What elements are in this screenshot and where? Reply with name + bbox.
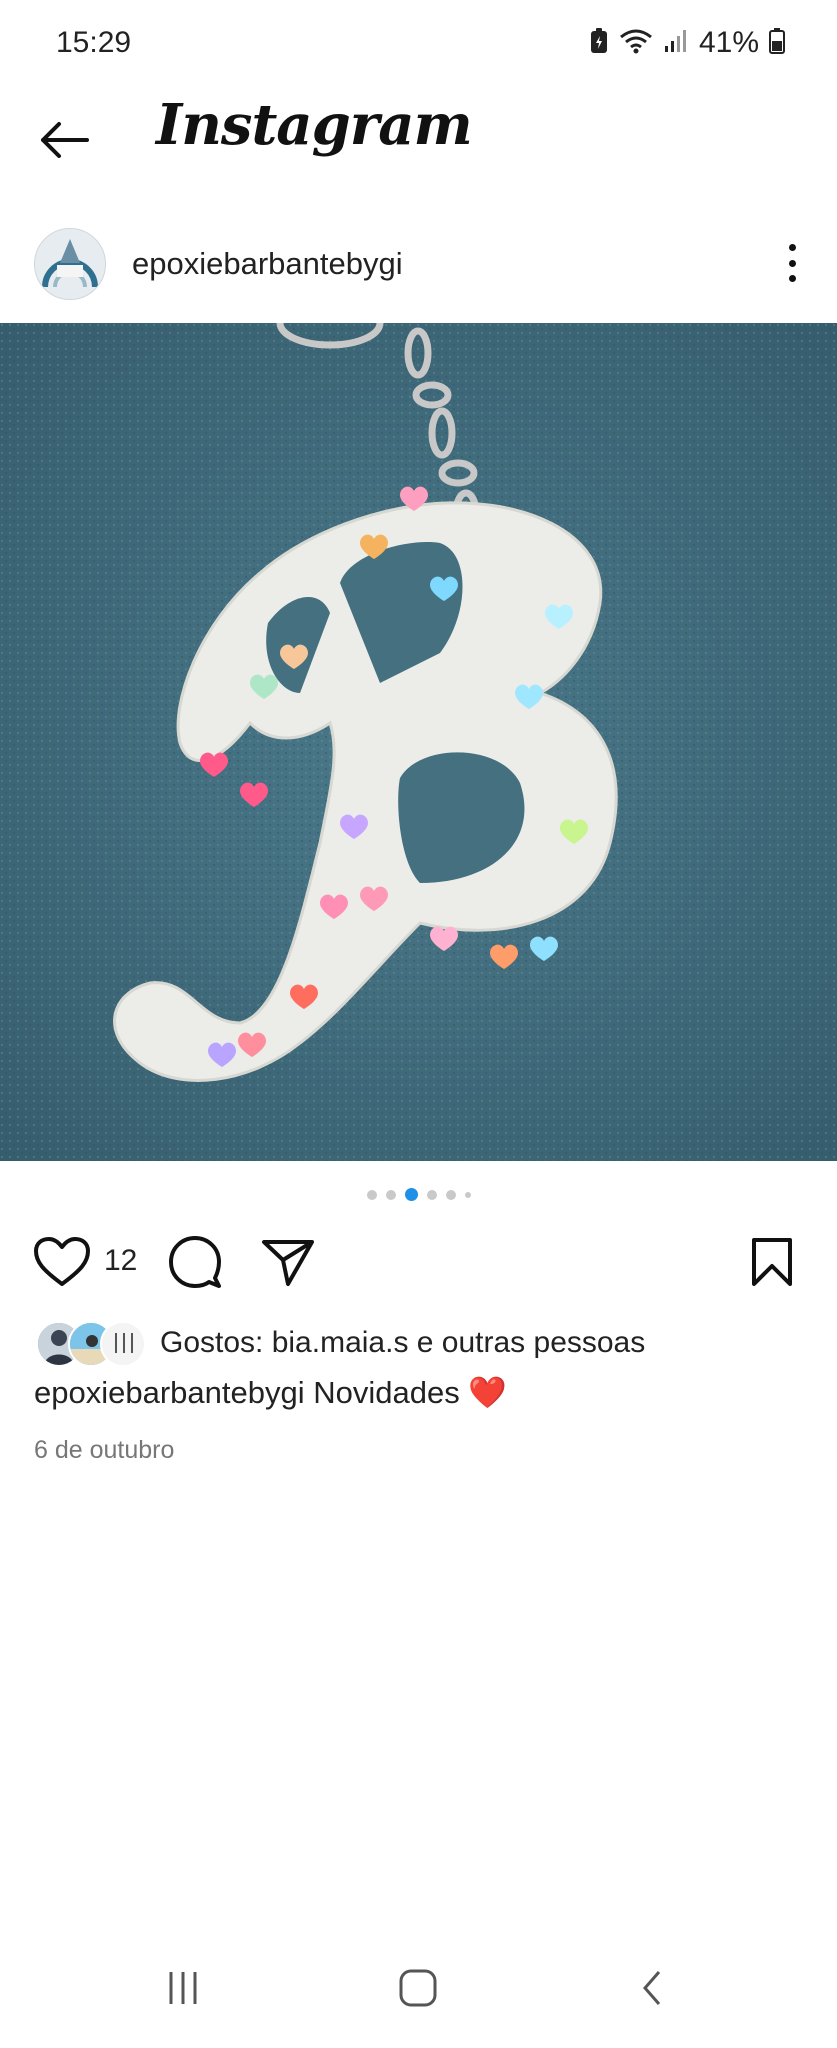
avatar[interactable] [34,228,106,300]
caption-text: Novidades [313,1375,460,1410]
system-nav-bar [0,1940,837,2048]
heart-icon [34,1237,90,1286]
app-header: Instagram [0,90,837,190]
battery-icon [769,27,785,60]
likes-text[interactable]: Gostos: bia.maia.s e outras pessoas [160,1326,645,1360]
back-button[interactable] [34,110,94,170]
more-vertical-icon [788,244,796,251]
carousel-indicator [0,1188,837,1201]
recent-apps-button[interactable] [138,1958,228,2018]
instagram-post-screen: 15:29 41% Instagram epoxiebarbantebygi 1… [0,0,837,2048]
post-actions: 12 [0,1230,837,1310]
like-count[interactable]: 12 [104,1244,137,1278]
arrow-left-icon [41,122,89,158]
signal-icon [663,28,689,59]
home-button[interactable] [373,1958,463,2018]
battery-percent: 41% [698,26,759,59]
share-icon [262,1240,314,1286]
back-icon [643,1971,661,2005]
post-date: 6 de outubro [34,1436,175,1464]
caption: epoxiebarbantebygi Novidades ❤️ [34,1374,507,1411]
wifi-icon [619,27,653,60]
caption-emoji: ❤️ [468,1375,507,1410]
bookmark-icon [752,1238,792,1286]
post-header: epoxiebarbantebygi [0,220,837,320]
like-button[interactable] [30,1230,94,1294]
more-options-button[interactable] [777,238,807,288]
carousel-dot [464,1191,471,1198]
share-button[interactable] [256,1230,320,1294]
bookmark-button[interactable] [740,1230,804,1294]
avatar [100,1321,146,1367]
liker-avatars [36,1321,146,1367]
app-title: Instagram [156,92,473,158]
likes-row[interactable]: Gostos: bia.maia.s e outras pessoas [36,1318,645,1368]
carousel-dot [366,1189,377,1200]
battery-saver-icon [589,27,609,60]
home-icon [399,1969,437,2007]
post-username[interactable]: epoxiebarbantebygi [132,246,403,282]
status-bar: 15:29 41% [0,0,837,90]
recent-apps-icon [169,1972,197,2004]
status-time: 15:29 [56,26,132,59]
system-back-button[interactable] [608,1958,698,2018]
status-icons: 41% [589,26,785,60]
comment-icon [169,1236,221,1288]
carousel-dot [445,1189,456,1200]
comment-button[interactable] [163,1230,227,1294]
carousel-dot-active [404,1188,418,1201]
post-image[interactable] [0,323,837,1161]
carousel-dot [385,1189,396,1200]
caption-username[interactable]: epoxiebarbantebygi [34,1375,305,1410]
carousel-dot [426,1189,437,1200]
